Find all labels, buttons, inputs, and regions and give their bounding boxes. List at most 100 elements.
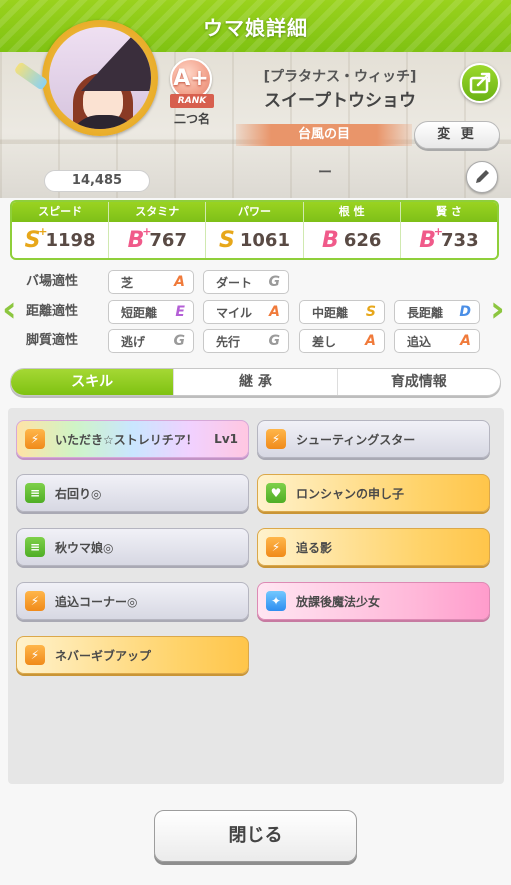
outfit-name: [プラタナス・ウィッチ]: [263, 69, 417, 85]
aptitude-cell: 長距離 D: [394, 300, 480, 324]
track-icon: ≡: [25, 537, 45, 557]
skill-name: 秋ウマ娘◎: [55, 540, 114, 555]
stat-grade: S: [219, 228, 235, 253]
skill-name: 放課後魔法少女: [296, 594, 381, 609]
stat-grade-letter: S: [219, 227, 235, 253]
aptitude-grade: D: [459, 304, 471, 320]
avatar[interactable]: [49, 27, 151, 129]
stat-grade-plus: +: [142, 224, 152, 238]
rank-label: RANK: [170, 94, 214, 108]
aptitude-cell: 中距離 S: [299, 300, 385, 324]
sub-title-placeholder: ー: [318, 165, 332, 181]
stat-value: 1198: [45, 229, 96, 251]
stat-value: 626: [343, 229, 382, 251]
stat-body: B +767: [109, 222, 205, 258]
stat-value: 767: [149, 229, 187, 251]
skill-item[interactable]: ≡ 右回り◎: [16, 474, 249, 512]
aptitude-grade: G: [173, 333, 186, 349]
aptitude-cell: マイル A: [203, 300, 289, 324]
rank-badge: A+ RANK: [168, 58, 214, 108]
stat-power: パワー S 1061: [206, 202, 304, 258]
aptitude-label: 脚質適性: [26, 333, 79, 348]
skill-item[interactable]: ⚡ 追る影: [257, 528, 490, 566]
aptitude-name: 先行: [216, 334, 241, 349]
heart-icon: ♥: [266, 483, 286, 503]
skill-item[interactable]: ⚡ いただき☆ストレリチア！ Lv1: [16, 420, 249, 458]
skill-item[interactable]: ≡ 秋ウマ娘◎: [16, 528, 249, 566]
skill-name: ネバーギブアップ: [55, 648, 152, 663]
tab-training-info[interactable]: 育成情報: [338, 369, 500, 395]
change-button[interactable]: 変 更: [414, 121, 500, 149]
stat-value: 733: [441, 229, 479, 251]
stats-panel: スピード S +1198 スタミナ B +767 パワー S 1061 根 性 B 626 賢 さ B +7…: [10, 200, 499, 260]
stat-grade: B: [322, 228, 339, 253]
aptitude-grade: G: [268, 333, 281, 349]
aptitude-name: マイル: [216, 305, 253, 320]
edit-button[interactable]: [466, 161, 498, 193]
stat-stamina: スタミナ B +767: [109, 202, 207, 258]
aptitude-name: ダート: [216, 275, 253, 290]
tab-inheritance[interactable]: 継 承: [174, 369, 338, 395]
aptitude-label: バ場適性: [26, 274, 79, 289]
close-button[interactable]: 閉じる: [154, 810, 357, 862]
stat-grade: B +: [128, 225, 152, 253]
skill-name: 追込コーナー◎: [55, 594, 138, 609]
running-figure-icon: ⚡: [266, 537, 286, 557]
next-arrow-icon[interactable]: ›: [490, 288, 508, 332]
nickname-label: 二つ名: [173, 112, 210, 126]
skill-item[interactable]: ⚡ ネバーギブアップ: [16, 636, 249, 674]
skill-item[interactable]: ⚡ 追込コーナー◎: [16, 582, 249, 620]
umamusume-detail-panel: ウマ娘詳細 14,485 A+ RANK 二つ名 [プラタナス・ウィッチ] スイ…: [0, 0, 511, 885]
running-figure-icon: ⚡: [25, 645, 45, 665]
aptitude-cell: ダート G: [203, 270, 289, 294]
aptitude-name: 短距離: [121, 305, 158, 320]
stat-grade-plus: +: [38, 224, 48, 238]
skill-level: Lv1: [214, 432, 238, 446]
stat-grade-letter: B: [322, 227, 339, 253]
aptitude-grade: E: [175, 304, 185, 320]
stat-grade-plus: +: [433, 224, 444, 238]
aptitude-cell: 芝A: [108, 270, 194, 294]
epithet-title: 台風の目: [236, 124, 412, 146]
stat-guts: 根 性 B 626: [303, 202, 401, 258]
prev-arrow-icon[interactable]: ‹: [2, 288, 20, 332]
share-button[interactable]: [460, 63, 500, 103]
tab-skill[interactable]: スキル: [11, 369, 175, 395]
stat-wisdom: 賢 さ B +733: [400, 202, 497, 258]
character-name: スイープトウショウ: [264, 91, 416, 111]
stat-body: S +1198: [12, 222, 108, 258]
aptitude-cell: 差し A: [299, 329, 385, 353]
stat-label: パワー: [206, 202, 303, 222]
aptitude-grade: A: [365, 333, 376, 349]
tab-bar: スキル 継 承 育成情報: [10, 368, 501, 396]
page-title: ウマ娘詳細: [203, 15, 308, 40]
aptitude-grade: S: [365, 304, 376, 320]
skill-name: シューティングスター: [296, 432, 416, 447]
aptitude-grade: G: [268, 274, 281, 290]
fan-count: 14,485: [44, 170, 150, 192]
stat-speed: スピード S +1198: [12, 202, 110, 258]
aptitude-cell: 短距離 E: [108, 300, 194, 324]
skill-item[interactable]: ⚡ シューティングスター: [257, 420, 490, 458]
skill-item[interactable]: ♥ ロンシャンの申し子: [257, 474, 490, 512]
track-icon: ≡: [25, 483, 45, 503]
stat-body: B +733: [401, 222, 497, 258]
aptitude-grade: A: [269, 304, 280, 320]
running-figure-icon: ⚡: [25, 591, 45, 611]
aptitude-label: 距離適性: [26, 304, 79, 319]
aptitude-cell: 追込 A: [394, 329, 480, 353]
stat-grade: B +: [419, 225, 443, 253]
stat-label: 賢 さ: [400, 202, 497, 222]
aptitude-name: 逃げ: [121, 334, 146, 349]
aptitude-cell: 逃げ G: [108, 329, 194, 353]
aptitude-name: 追込: [407, 334, 432, 349]
running-figure-icon: ⚡: [25, 429, 45, 449]
aptitude-cell: 先行 G: [203, 329, 289, 353]
stat-label: スタミナ: [109, 202, 206, 222]
skill-item[interactable]: ✦ 放課後魔法少女: [257, 582, 490, 620]
skill-name: 追る影: [296, 540, 333, 555]
aptitude-name: 長距離: [407, 305, 444, 320]
aptitude-grade: A: [174, 274, 185, 290]
sparkle-icon: ✦: [266, 591, 286, 611]
share-icon: [469, 72, 491, 94]
